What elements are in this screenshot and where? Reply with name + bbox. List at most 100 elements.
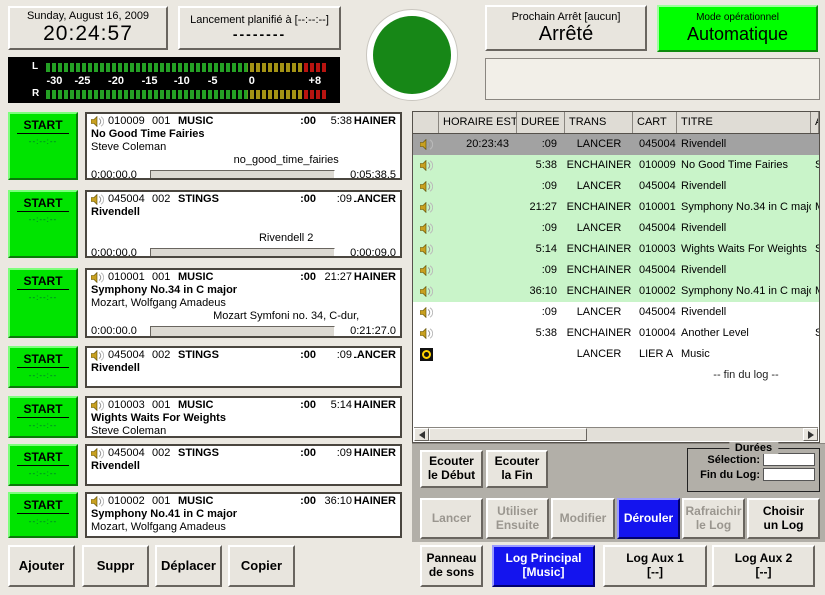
- cart-box[interactable]: 010001 001 MUSIC :00 21:27 ENCHAINER Sym…: [85, 268, 402, 338]
- log-row[interactable]: 5:14 ENCHAINER 010003 Wights Waits For W…: [413, 239, 819, 260]
- cart-box[interactable]: 045004 002 STINGS :00 :09 LANCER Rivende…: [85, 190, 402, 258]
- launch-button[interactable]: Lancer: [420, 498, 483, 539]
- cell-duree: 5:14: [517, 239, 565, 260]
- cart-box[interactable]: 010003 001 MUSIC :00 5:14 ENCHAINER Wigh…: [85, 396, 402, 438]
- cell-horaire: [439, 344, 517, 365]
- cart-number: 010002: [108, 495, 152, 508]
- log-row[interactable]: :09 LANCER 045004 Rivendell: [413, 176, 819, 197]
- start-button[interactable]: START --:--:--: [8, 396, 78, 438]
- log-row[interactable]: :09 LANCER 045004 Rivendell: [413, 302, 819, 323]
- log-control-panel: Ecouter le Début Ecouter la Fin Durées S…: [412, 443, 825, 542]
- column-icon: [413, 112, 439, 133]
- transition-type: ENCHAINER: [354, 447, 396, 460]
- cart-box[interactable]: 045004 002 STINGS :00 :09 LANCER Rivende…: [85, 346, 402, 388]
- modify-button[interactable]: Modifier: [551, 498, 615, 539]
- start-button-time: --:--:--: [29, 371, 57, 380]
- listen-begin-button[interactable]: Ecouter le Début: [420, 450, 483, 488]
- log-row[interactable]: :09 LANCER 045004 Rivendell: [413, 218, 819, 239]
- log-row[interactable]: 36:10 ENCHAINER 010002 Symphony No.41 in…: [413, 281, 819, 302]
- horizontal-scrollbar[interactable]: [414, 427, 818, 441]
- cell-trans: LANCER: [565, 218, 633, 239]
- next-stop-panel: Prochain Arrêt [aucun] Arrêté: [485, 5, 647, 51]
- move-button[interactable]: Déplacer: [155, 545, 222, 587]
- log-row[interactable]: 5:38 ENCHAINER 010004 Another Level Stev…: [413, 323, 819, 344]
- aux-log-2-button[interactable]: Log Aux 2 [--]: [712, 545, 815, 587]
- intro-time: :00: [288, 193, 316, 206]
- log-row[interactable]: 20:23:43 :09 LANCER 045004 Rivendell: [413, 134, 819, 155]
- start-button[interactable]: START --:--:--: [8, 492, 78, 538]
- sound-panel-button[interactable]: Panneau de sons: [420, 545, 483, 587]
- cell-titre: Rivendell: [677, 134, 811, 155]
- cut-number: 002: [152, 193, 178, 206]
- main-log-button[interactable]: Log Principal [Music]: [492, 545, 595, 587]
- start-button-time: --:--:--: [29, 293, 57, 302]
- log-end-duration-field[interactable]: [763, 468, 815, 481]
- cell-cart: 010002: [633, 281, 677, 302]
- scrollbar-thumb[interactable]: [429, 428, 587, 441]
- start-button[interactable]: START --:--:--: [8, 190, 78, 258]
- cart-box[interactable]: 010009 001 MUSIC :00 5:38 ENCHAINER No G…: [85, 112, 402, 180]
- cell-artiste: [811, 344, 819, 365]
- select-log-button[interactable]: Choisir un Log: [747, 498, 820, 539]
- selection-duration-field[interactable]: [763, 453, 815, 466]
- group-name: STINGS: [178, 349, 219, 362]
- log-end-duration-label: Fin du Log:: [700, 469, 760, 481]
- intro-time: :00: [288, 349, 316, 362]
- meter-tick: -15: [142, 75, 158, 87]
- transition-type: LANCER: [354, 349, 396, 362]
- start-button[interactable]: START --:--:--: [8, 444, 78, 486]
- cart-box[interactable]: 045004 002 STINGS :00 :09 ENCHAINER Rive…: [85, 444, 402, 486]
- selection-duration-label: Sélection:: [707, 454, 760, 466]
- scroll-left-button[interactable]: [414, 428, 429, 441]
- copy-button[interactable]: Copier: [228, 545, 295, 587]
- column-titre: TITRE: [677, 112, 811, 133]
- cart-title: Rivendell: [91, 206, 396, 219]
- meter-left-bar: [46, 63, 326, 72]
- mode-button[interactable]: Mode opérationnel Automatique: [657, 5, 818, 52]
- speaker-icon: [413, 155, 439, 176]
- refresh-log-button[interactable]: Rafraichir le Log: [682, 498, 745, 539]
- start-button-label: START: [17, 196, 68, 212]
- delete-button[interactable]: Suppr: [82, 545, 149, 587]
- cell-trans: ENCHAINER: [565, 239, 633, 260]
- start-button-label: START: [17, 274, 68, 290]
- speaker-icon: [91, 496, 104, 507]
- speaker-icon: [413, 176, 439, 197]
- start-button[interactable]: START --:--:--: [8, 268, 78, 338]
- log-row[interactable]: 5:38 ENCHAINER 010009 No Good Time Fairi…: [413, 155, 819, 176]
- log-row[interactable]: :09 ENCHAINER 045004 Rivendell: [413, 260, 819, 281]
- transition-type: ENCHAINER: [354, 115, 396, 128]
- speaker-icon: [413, 260, 439, 281]
- deck-entry: START --:--:-- 045004 002 STINGS :00 :09…: [8, 190, 402, 258]
- aux-log-1-button[interactable]: Log Aux 1 [--]: [603, 545, 707, 587]
- cut-number: 002: [152, 447, 178, 460]
- cell-duree: 5:38: [517, 323, 565, 344]
- scroll-mode-button[interactable]: Dérouler: [617, 498, 680, 539]
- listen-end-button[interactable]: Ecouter la Fin: [486, 450, 548, 488]
- cell-artiste: [811, 302, 819, 323]
- right-arrow-icon: [808, 431, 814, 439]
- intro-time: :00: [288, 115, 316, 128]
- cart-box[interactable]: 010002 001 MUSIC :00 36:10 ENCHAINER Sym…: [85, 492, 402, 538]
- cut-number: 001: [152, 399, 178, 412]
- make-next-button[interactable]: Utiliser Ensuite: [486, 498, 549, 539]
- start-button[interactable]: START --:--:--: [8, 112, 78, 180]
- cell-titre: Rivendell: [677, 302, 811, 323]
- start-button[interactable]: START --:--:--: [8, 346, 78, 388]
- add-button[interactable]: Ajouter: [8, 545, 75, 587]
- cart-outcue: Rivendell 2: [195, 232, 378, 245]
- deck-entry: START --:--:-- 010009 001 MUSIC :00 5:38…: [8, 112, 402, 180]
- speaker-icon: [91, 272, 104, 283]
- meter-right-bar: [46, 90, 326, 99]
- cell-horaire: [439, 197, 517, 218]
- progress-bar: [150, 170, 335, 181]
- durations-groupbox: Durées Sélection: Fin du Log:: [687, 448, 820, 492]
- cart-artist: Steve Coleman: [91, 141, 396, 154]
- cell-duree: [517, 344, 565, 365]
- scroll-right-button[interactable]: [803, 428, 818, 441]
- speaker-icon: [91, 116, 104, 127]
- log-row[interactable]: 21:27 ENCHAINER 010001 Symphony No.34 in…: [413, 197, 819, 218]
- group-name: STINGS: [178, 447, 219, 460]
- cart-number: 045004: [108, 349, 152, 362]
- log-row[interactable]: LANCER LIER A Music: [413, 344, 819, 365]
